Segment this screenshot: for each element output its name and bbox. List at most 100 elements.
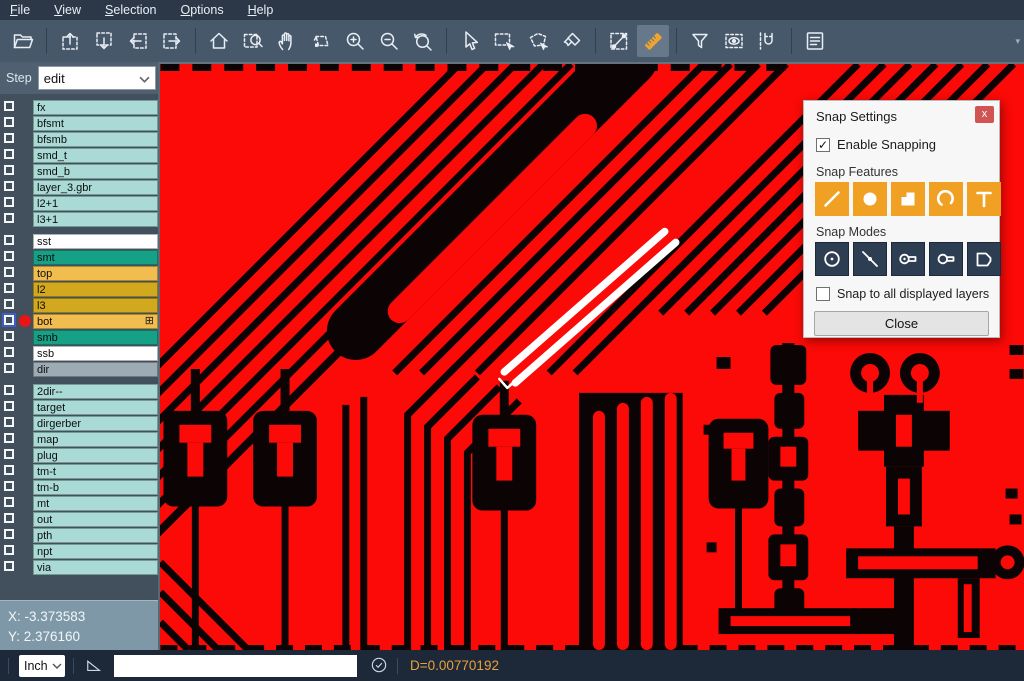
layer-row[interactable]: l2+1 [0, 196, 158, 211]
layer-label[interactable]: bfsmb [33, 132, 158, 147]
select-polygon-button[interactable] [522, 25, 554, 57]
layer-row[interactable]: smd_b [0, 164, 158, 179]
snap-mode-pad-entry-button[interactable] [891, 242, 925, 276]
layer-row[interactable]: l3 [0, 298, 158, 313]
layer-checkbox[interactable] [4, 197, 14, 207]
layer-label[interactable]: smb [33, 330, 158, 345]
layer-checkbox[interactable] [4, 433, 14, 443]
layer-checkbox[interactable] [4, 545, 14, 555]
layer-checkbox[interactable] [4, 299, 14, 309]
snap-feature-surface-button[interactable] [891, 182, 925, 216]
layer-checkbox[interactable] [4, 529, 14, 539]
layer-checkbox[interactable] [4, 283, 14, 293]
close-button[interactable]: Close [814, 311, 989, 336]
layer-label[interactable]: pth [33, 528, 158, 543]
layer-row[interactable]: tm-t [0, 464, 158, 479]
pan-down-button[interactable] [88, 25, 120, 57]
layer-row[interactable]: smd_t [0, 148, 158, 163]
select-cursor-button[interactable] [454, 25, 486, 57]
layer-row[interactable]: l2 [0, 282, 158, 297]
layer-checkbox[interactable] [4, 117, 14, 127]
layer-checkbox[interactable] [4, 385, 14, 395]
snap-feature-text-button[interactable] [967, 182, 1001, 216]
clean-brush-button[interactable] [556, 25, 588, 57]
layer-label[interactable]: dir [33, 362, 158, 377]
layer-row[interactable]: dirgerber [0, 416, 158, 431]
layer-row[interactable]: pth [0, 528, 158, 543]
layer-row[interactable]: mt [0, 496, 158, 511]
all-layers-checkbox[interactable] [816, 287, 830, 301]
layer-label[interactable]: via [33, 560, 158, 575]
layer-row[interactable]: top [0, 266, 158, 281]
layer-label[interactable]: tm-b [33, 480, 158, 495]
layer-checkbox[interactable] [4, 213, 14, 223]
layer-checkbox[interactable] [4, 315, 14, 325]
layer-label[interactable]: smt [33, 250, 158, 265]
layer-label[interactable]: l2+1 [33, 196, 158, 211]
layer-row[interactable]: sst [0, 234, 158, 249]
layer-checkbox[interactable] [4, 133, 14, 143]
layer-row[interactable]: fx [0, 100, 158, 115]
layer-checkbox[interactable] [4, 561, 14, 571]
layer-checkbox[interactable] [4, 101, 14, 111]
layer-label[interactable]: npt [33, 544, 158, 559]
layer-label[interactable]: tm-t [33, 464, 158, 479]
layer-row[interactable]: via [0, 560, 158, 575]
layer-label[interactable]: top [33, 266, 158, 281]
layer-row[interactable]: bfsmb [0, 132, 158, 147]
layer-row[interactable]: l3+1 [0, 212, 158, 227]
layer-row[interactable]: map [0, 432, 158, 447]
layer-row[interactable]: bot⊞ [0, 314, 158, 329]
view-window-button[interactable] [718, 25, 750, 57]
layer-row[interactable]: tm-b [0, 480, 158, 495]
layer-checkbox[interactable] [4, 417, 14, 427]
layer-label[interactable]: smd_b [33, 164, 158, 179]
layer-checkbox[interactable] [4, 235, 14, 245]
layer-row[interactable]: bfsmt [0, 116, 158, 131]
open-project-button[interactable] [7, 25, 39, 57]
layer-label[interactable]: target [33, 400, 158, 415]
apply-check-icon[interactable] [357, 651, 389, 680]
layer-row[interactable]: smt [0, 250, 158, 265]
layer-label[interactable]: bot⊞ [33, 314, 158, 329]
snap-feature-line-button[interactable] [815, 182, 849, 216]
zoom-home-button[interactable] [203, 25, 235, 57]
layer-checkbox[interactable] [4, 449, 14, 459]
layer-label[interactable]: ssb [33, 346, 158, 361]
zoom-in-button[interactable] [339, 25, 371, 57]
snap-magnet-button[interactable] [752, 25, 784, 57]
snap-mode-contour-button[interactable] [967, 242, 1001, 276]
unit-select[interactable]: Inch [19, 655, 65, 677]
layer-checkbox[interactable] [4, 363, 14, 373]
select-rectangle-button[interactable] [488, 25, 520, 57]
menu-item[interactable]: Options [180, 3, 223, 17]
pan-right-button[interactable] [156, 25, 188, 57]
layer-row[interactable]: npt [0, 544, 158, 559]
toolbar-overflow-icon[interactable]: ▾ [1015, 36, 1020, 47]
zoom-out-button[interactable] [373, 25, 405, 57]
snap-mode-center-button[interactable] [815, 242, 849, 276]
enable-snapping-checkbox[interactable]: ✓ [816, 138, 830, 152]
layer-checkbox[interactable] [4, 513, 14, 523]
snap-mode-midpoint-button[interactable] [853, 242, 887, 276]
layer-label[interactable]: sst [33, 234, 158, 249]
layer-checkbox[interactable] [4, 331, 14, 341]
pan-left-button[interactable] [122, 25, 154, 57]
measure-ruler-button[interactable] [637, 25, 669, 57]
layer-label[interactable]: l3+1 [33, 212, 158, 227]
menu-item[interactable]: View [54, 3, 81, 17]
layer-checkbox[interactable] [4, 347, 14, 357]
step-select[interactable]: edit [38, 66, 156, 90]
drag-view-button[interactable] [305, 25, 337, 57]
dialog-close-button[interactable]: x [975, 106, 994, 123]
pan-hand-button[interactable] [271, 25, 303, 57]
layer-row[interactable]: smb [0, 330, 158, 345]
filter-button[interactable] [684, 25, 716, 57]
layer-row[interactable]: dir [0, 362, 158, 377]
layer-checkbox[interactable] [4, 481, 14, 491]
measure-line-button[interactable] [603, 25, 635, 57]
zoom-previous-button[interactable] [407, 25, 439, 57]
menu-item[interactable]: Help [248, 3, 274, 17]
layer-label[interactable]: layer_3.gbr [33, 180, 158, 195]
layer-label[interactable]: map [33, 432, 158, 447]
